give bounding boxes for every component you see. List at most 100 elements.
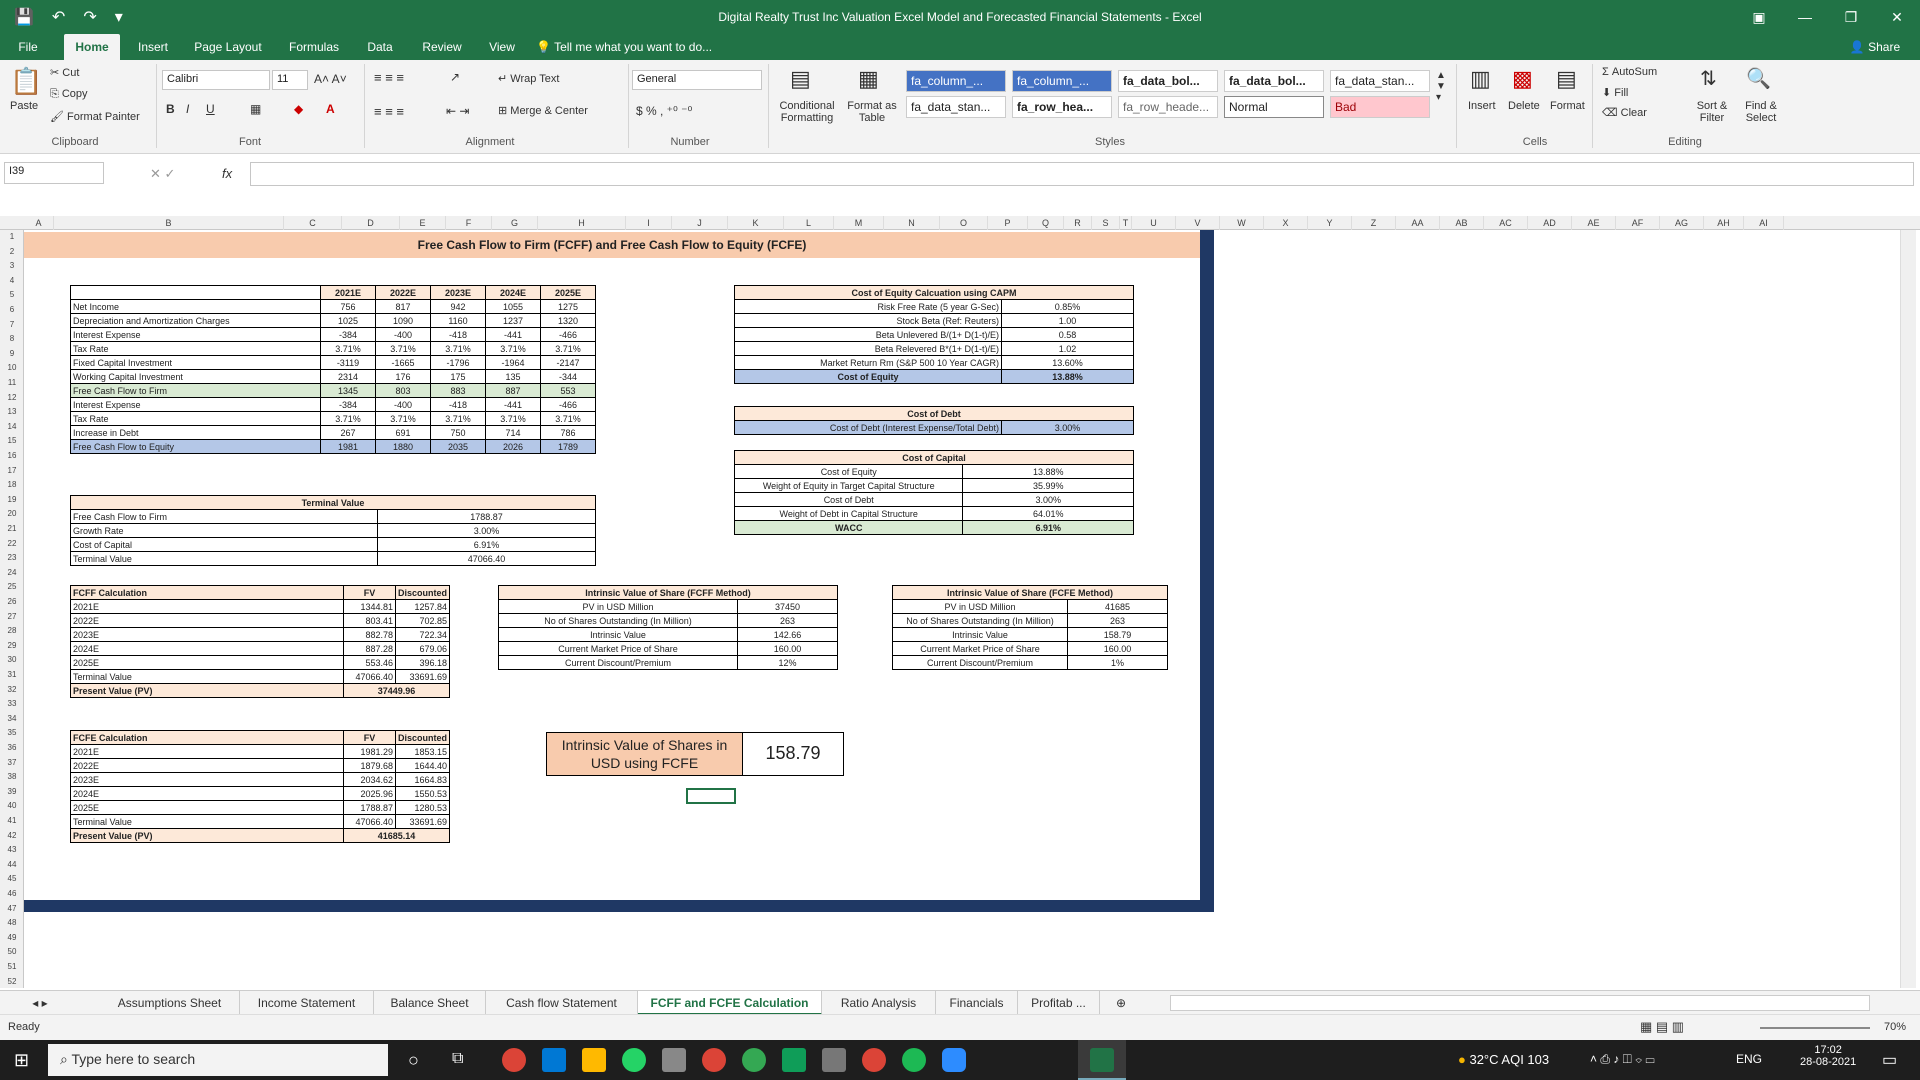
column-header[interactable]: AE [1572, 216, 1616, 230]
row-header[interactable]: 36 [0, 743, 24, 752]
clear-button[interactable]: ⌫ Clear [1602, 106, 1647, 119]
column-header[interactable]: AI [1744, 216, 1784, 230]
row-header[interactable]: 30 [0, 655, 24, 664]
cancel-enter-icons[interactable]: ✕ ✓ [150, 166, 175, 182]
row-header[interactable]: 41 [0, 816, 24, 825]
row-header[interactable]: 40 [0, 801, 24, 810]
sheet-tab-profitab[interactable]: Profitab ... [1018, 991, 1100, 1015]
row-header[interactable]: 25 [0, 582, 24, 591]
style-cell[interactable]: fa_row_hea... [1012, 96, 1112, 118]
sheet-tab-ratio[interactable]: Ratio Analysis [822, 991, 936, 1015]
paste-button[interactable]: Paste [10, 100, 38, 112]
worksheet-grid[interactable]: Free Cash Flow to Firm (FCFF) and Free C… [24, 230, 1920, 988]
chrome-icon[interactable] [862, 1048, 886, 1072]
row-header[interactable]: 23 [0, 553, 24, 562]
sort-filter-icon[interactable]: ⇅ [1700, 66, 1717, 91]
row-header[interactable]: 32 [0, 685, 24, 694]
indent-icons[interactable]: ⇤ ⇥ [446, 104, 469, 118]
style-cell[interactable]: fa_column_... [906, 70, 1006, 92]
delete-cells-icon[interactable]: ▩ [1512, 66, 1533, 92]
language[interactable]: ENG [1736, 1052, 1762, 1066]
autosum-button[interactable]: Σ AutoSum [1602, 66, 1657, 78]
copy-button[interactable]: ⎘ Copy [50, 88, 88, 101]
row-header[interactable]: 38 [0, 772, 24, 781]
formula-input[interactable] [250, 162, 1914, 186]
column-header[interactable]: H [538, 216, 626, 230]
column-header[interactable]: AD [1528, 216, 1572, 230]
row-header[interactable]: 51 [0, 962, 24, 971]
number-format-icons[interactable]: $ % , ⁺⁰ ⁻⁰ [636, 104, 692, 118]
row-header[interactable]: 21 [0, 524, 24, 533]
sort-filter-button[interactable]: Sort & Filter [1690, 100, 1734, 124]
column-header[interactable]: X [1264, 216, 1308, 230]
column-header[interactable]: P [988, 216, 1028, 230]
sheet-tab-fcff-fcfe[interactable]: FCFF and FCFE Calculation [638, 991, 822, 1015]
row-header[interactable]: 18 [0, 480, 24, 489]
row-header[interactable]: 13 [0, 407, 24, 416]
sheets-icon[interactable] [782, 1048, 806, 1072]
font-color-icon[interactable]: A [326, 102, 335, 116]
column-header[interactable]: W [1220, 216, 1264, 230]
style-normal[interactable]: Normal [1224, 96, 1324, 118]
tab-review[interactable]: Review [414, 34, 470, 60]
column-header[interactable]: U [1132, 216, 1176, 230]
row-header[interactable]: 47 [0, 904, 24, 913]
format-painter-button[interactable]: 🖌 Format Painter [50, 110, 140, 123]
column-header[interactable]: M [834, 216, 884, 230]
row-header[interactable]: 2 [0, 247, 24, 256]
column-header[interactable]: AG [1660, 216, 1704, 230]
row-header[interactable]: 52 [0, 977, 24, 986]
close-icon[interactable]: ✕ [1874, 0, 1920, 34]
column-header[interactable]: S [1092, 216, 1120, 230]
row-header[interactable]: 22 [0, 539, 24, 548]
sheet-tab-cashflow[interactable]: Cash flow Statement [486, 991, 638, 1015]
zoom-level[interactable]: 70% [1884, 1021, 1906, 1033]
italic-button[interactable]: I [186, 102, 189, 116]
row-header[interactable]: 50 [0, 947, 24, 956]
row-header[interactable]: 24 [0, 568, 24, 577]
merge-center-button[interactable]: ⊞ Merge & Center [498, 104, 588, 117]
row-header[interactable]: 26 [0, 597, 24, 606]
tab-file[interactable]: File [8, 34, 48, 60]
style-cell[interactable]: fa_row_heade... [1118, 96, 1218, 118]
tab-home[interactable]: Home [64, 34, 120, 60]
column-header[interactable]: I [626, 216, 672, 230]
orientation-icon[interactable]: ↗ [450, 70, 460, 84]
ribbon-display-icon[interactable]: ▣ [1736, 0, 1782, 34]
vertical-scrollbar[interactable] [1900, 230, 1916, 988]
column-header[interactable]: AF [1616, 216, 1660, 230]
find-icon[interactable]: 🔍 [1746, 66, 1771, 91]
sheet-tab-financials[interactable]: Financials [936, 991, 1018, 1015]
row-header[interactable]: 8 [0, 334, 24, 343]
row-header[interactable]: 11 [0, 378, 24, 387]
row-header[interactable]: 5 [0, 290, 24, 299]
number-format-select[interactable]: General [632, 70, 762, 90]
clock[interactable]: 17:02 28-08-2021 [1800, 1044, 1856, 1068]
column-header[interactable]: E [400, 216, 446, 230]
column-header[interactable]: J [672, 216, 728, 230]
insert-cells-button[interactable]: Insert [1468, 100, 1496, 112]
column-header[interactable]: D [342, 216, 400, 230]
sheet-tab-income[interactable]: Income Statement [240, 991, 374, 1015]
row-header[interactable]: 35 [0, 728, 24, 737]
paste-icon[interactable]: 📋 [10, 66, 42, 97]
style-cell[interactable]: fa_data_stan... [906, 96, 1006, 118]
fill-button[interactable]: ⬇ Fill [1602, 86, 1628, 99]
chrome-icon[interactable] [502, 1048, 526, 1072]
font-size-select[interactable]: 11 [272, 70, 308, 90]
column-header[interactable]: O [940, 216, 988, 230]
row-header[interactable]: 7 [0, 320, 24, 329]
row-header[interactable]: 43 [0, 845, 24, 854]
restore-icon[interactable]: ❐ [1828, 0, 1874, 34]
column-header[interactable]: G [492, 216, 538, 230]
column-header[interactable]: K [728, 216, 784, 230]
horizontal-scrollbar[interactable] [1170, 995, 1870, 1011]
mail-icon[interactable] [542, 1048, 566, 1072]
cut-button[interactable]: ✂ Cut [50, 66, 79, 79]
column-header[interactable]: L [784, 216, 834, 230]
row-header[interactable]: 28 [0, 626, 24, 635]
column-header[interactable]: C [284, 216, 342, 230]
column-header[interactable]: R [1064, 216, 1092, 230]
format-as-table-button[interactable]: Format as Table [844, 100, 900, 124]
minimize-icon[interactable]: — [1782, 0, 1828, 34]
